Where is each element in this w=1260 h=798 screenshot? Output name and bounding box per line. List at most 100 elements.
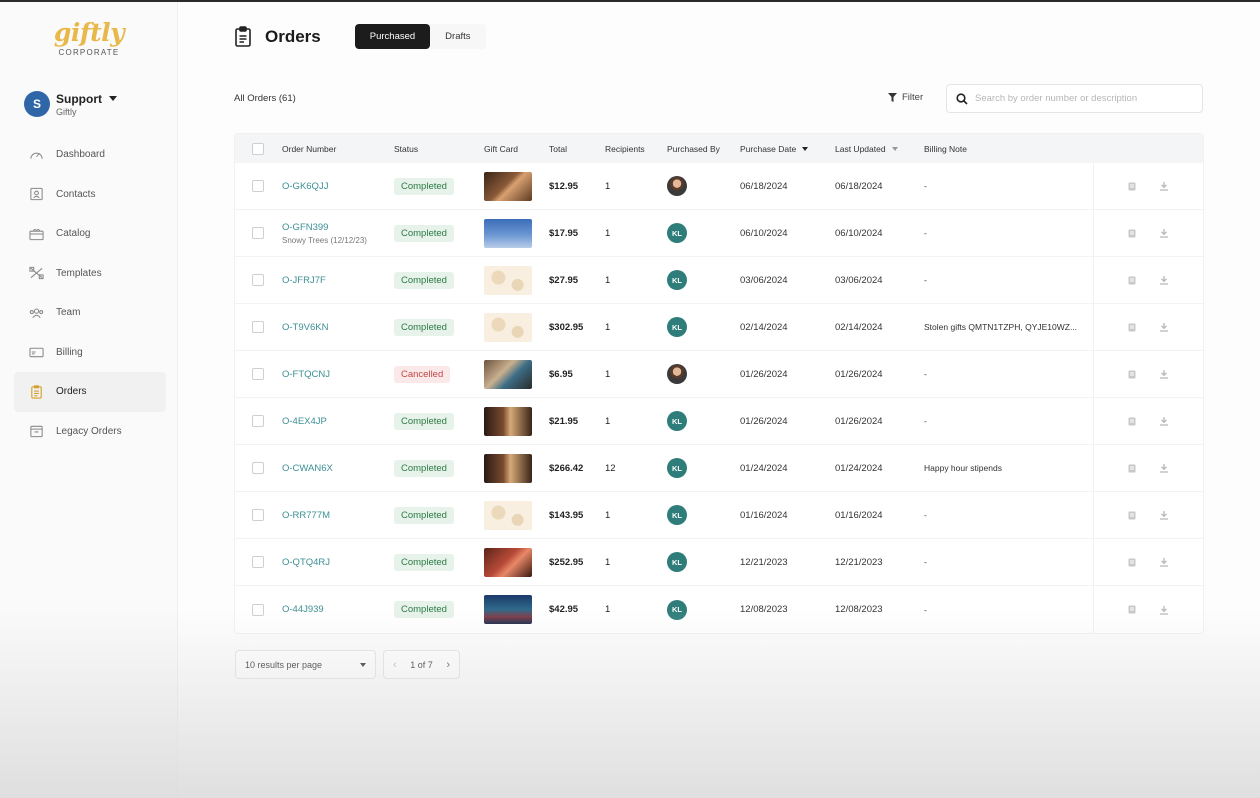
status-badge: Completed [394,177,454,195]
prev-page-icon[interactable]: ‹ [393,659,397,671]
per-page-select[interactable]: 10 results per page [235,650,376,679]
gift-card-thumbnail[interactable] [484,218,532,248]
table-row[interactable]: O-FTQCNJ Cancelled $6.95 1 01/26/2024 01… [235,351,1203,398]
sidebar-item-orders[interactable]: Orders [14,372,166,412]
receipt-icon[interactable] [1128,605,1136,614]
receipt-icon[interactable] [1128,323,1136,332]
tab-purchased[interactable]: Purchased [354,24,431,49]
table-row[interactable]: O-GK6QJJ Completed $12.95 1 06/18/2024 0… [235,163,1203,210]
receipt-icon[interactable] [1128,464,1136,473]
download-icon[interactable] [1159,463,1169,473]
column-recipients[interactable]: Recipients [605,134,645,163]
download-icon[interactable] [1159,510,1169,520]
download-icon[interactable] [1159,416,1169,426]
column-billing-note[interactable]: Billing Note [924,134,967,163]
column-purchase-date[interactable]: Purchase Date [740,134,809,163]
row-checkbox[interactable] [252,556,264,568]
row-checkbox[interactable] [252,462,264,474]
receipt-icon[interactable] [1128,558,1136,567]
order-number-link[interactable]: O-QTQ4RJ [282,557,330,568]
table-row[interactable]: O-CWAN6X Completed $266.42 12 KL 01/24/2… [235,445,1203,492]
receipt-icon[interactable] [1128,370,1136,379]
select-all-checkbox[interactable] [252,142,264,155]
order-number-link[interactable]: O-CWAN6X [282,463,333,474]
row-checkbox[interactable] [252,321,264,333]
sidebar-item-billing[interactable]: Billing [14,333,166,373]
table-row[interactable]: O-QTQ4RJ Completed $252.95 1 KL 12/21/20… [235,539,1203,586]
sidebar-item-label: Catalog [56,228,91,240]
column-gift-card[interactable]: Gift Card [484,134,518,163]
table-row[interactable]: O-4EX4JP Completed $21.95 1 KL 01/26/202… [235,398,1203,445]
filter-button[interactable]: Filter [888,92,923,103]
sidebar-item-team[interactable]: Team [14,293,166,333]
table-row[interactable]: O-GFN399 Snowy Trees (12/12/23) Completed… [235,210,1203,257]
row-actions [1093,539,1203,585]
row-checkbox[interactable] [252,227,264,239]
order-number-link[interactable]: O-T9V6KN [282,322,328,333]
receipt-icon[interactable] [1128,511,1136,520]
row-checkbox[interactable] [252,368,264,380]
order-number-link[interactable]: O-44J939 [282,604,324,615]
order-number-link[interactable]: O-GFN399 [282,222,367,233]
gift-card-thumbnail[interactable] [484,359,532,389]
download-icon[interactable] [1159,557,1169,567]
order-number-link[interactable]: O-FTQCNJ [282,369,330,380]
gift-card-thumbnail[interactable] [484,453,532,483]
column-status[interactable]: Status [394,134,418,163]
next-page-icon[interactable]: › [446,659,450,671]
table-row[interactable]: O-T9V6KN Completed $302.95 1 KL 02/14/20… [235,304,1203,351]
purchaser-avatar: KL [667,505,687,525]
gift-card-thumbnail[interactable] [484,500,532,530]
search-input[interactable] [975,93,1195,104]
table-row[interactable]: O-JFRJ7F Completed $27.95 1 KL 03/06/202… [235,257,1203,304]
last-updated: 01/26/2024 [835,415,883,427]
brand-logo[interactable]: giftly CORPORATE [0,18,178,57]
gift-card-thumbnail[interactable] [484,595,532,624]
filter-label: Filter [902,92,924,103]
download-icon[interactable] [1159,369,1169,379]
purchase-date: 06/18/2024 [740,180,788,192]
gift-card-thumbnail[interactable] [484,265,532,295]
purchase-date: 02/14/2024 [740,321,788,333]
billing-note: - [924,369,927,379]
order-number-link[interactable]: O-4EX4JP [282,416,327,427]
table-row[interactable]: O-44J939 Completed $42.95 1 KL 12/08/202… [235,586,1203,633]
search-box[interactable] [946,84,1203,113]
sidebar-item-catalog[interactable]: Catalog [14,214,166,254]
sidebar-item-templates[interactable]: Templates [14,254,166,294]
order-number-link[interactable]: O-GK6QJJ [282,181,328,192]
contacts-icon [28,187,44,201]
recipient-count: 1 [605,321,611,333]
account-switcher[interactable]: S Support Giftly [24,91,117,117]
download-icon[interactable] [1159,275,1169,285]
receipt-icon[interactable] [1128,182,1136,191]
column-order-number[interactable]: Order Number [282,134,336,163]
sidebar-item-contacts[interactable]: Contacts [14,175,166,215]
row-checkbox[interactable] [252,415,264,427]
last-updated: 12/21/2023 [835,556,883,568]
column-total[interactable]: Total [549,134,567,163]
column-purchased-by[interactable]: Purchased By [667,134,720,163]
sidebar-item-dashboard[interactable]: Dashboard [14,135,166,175]
download-icon[interactable] [1159,228,1169,238]
gift-card-thumbnail[interactable] [484,547,532,577]
order-number-link[interactable]: O-RR777M [282,510,330,521]
row-checkbox[interactable] [252,603,264,616]
download-icon[interactable] [1159,322,1169,332]
order-number-link[interactable]: O-JFRJ7F [282,275,326,286]
gift-card-thumbnail[interactable] [484,171,532,201]
receipt-icon[interactable] [1128,276,1136,285]
row-checkbox[interactable] [252,509,264,521]
download-icon[interactable] [1159,181,1169,191]
receipt-icon[interactable] [1128,417,1136,426]
sidebar-item-legacy-orders[interactable]: Legacy Orders [14,412,166,452]
table-row[interactable]: O-RR777M Completed $143.95 1 KL 01/16/20… [235,492,1203,539]
gift-card-thumbnail[interactable] [484,406,532,436]
tab-drafts[interactable]: Drafts [430,24,485,49]
download-icon[interactable] [1159,605,1169,615]
gift-card-thumbnail[interactable] [484,312,532,342]
column-last-updated[interactable]: Last Updated [835,134,898,163]
row-checkbox[interactable] [252,180,264,192]
row-checkbox[interactable] [252,274,264,286]
receipt-icon[interactable] [1128,229,1136,238]
